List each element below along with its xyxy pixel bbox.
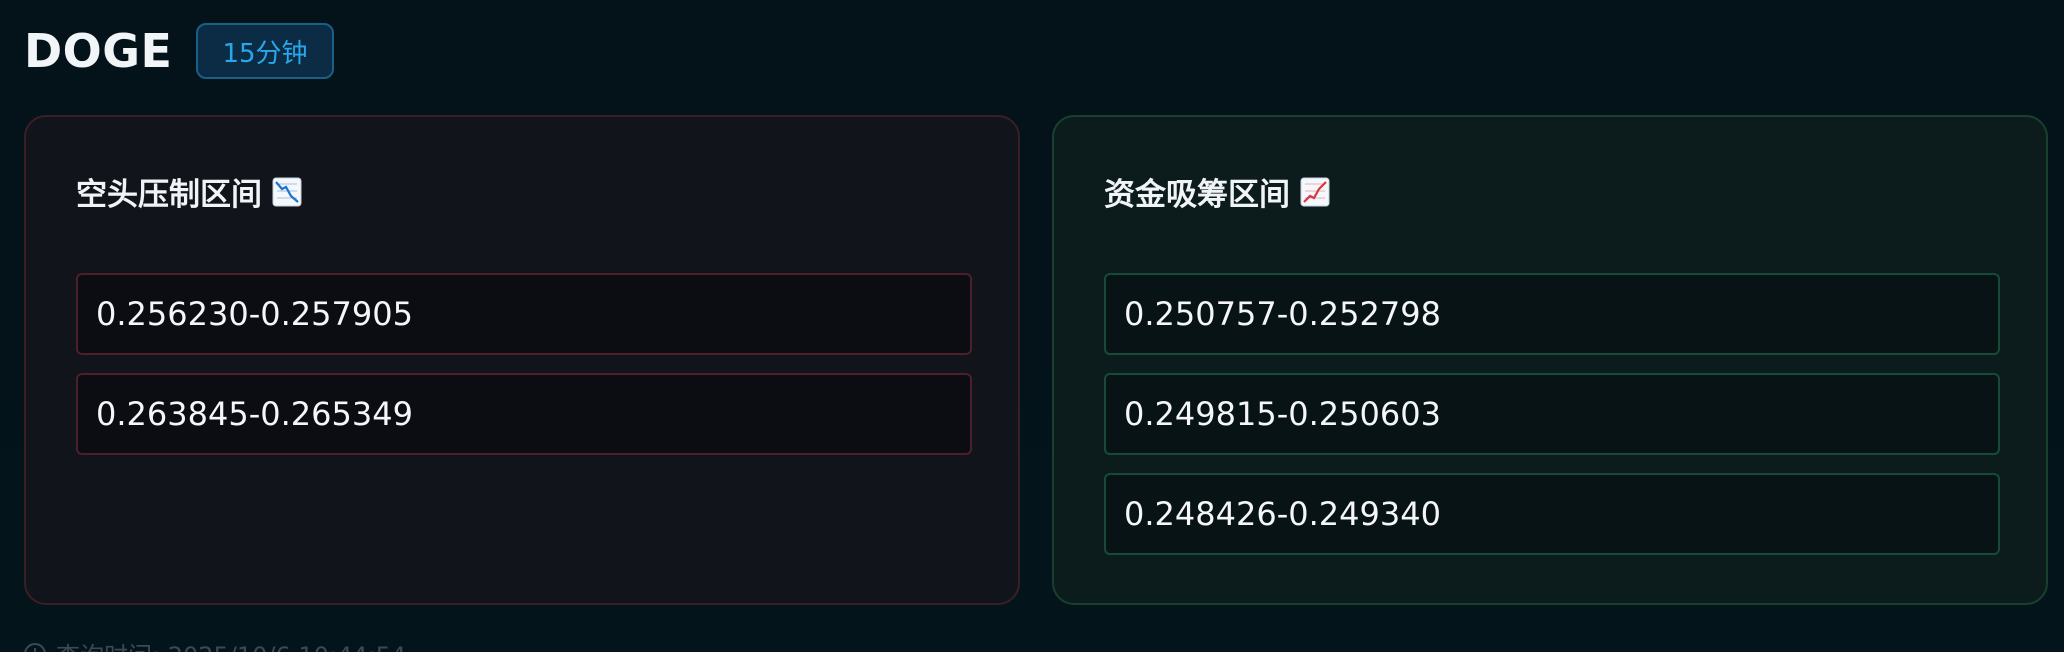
page: DOGE 15分钟 空头压制区间 0.256230-0.257905 0.263…: [0, 0, 2064, 652]
bear-zone-panel: 空头压制区间 0.256230-0.257905 0.263845-0.2653…: [24, 115, 1020, 605]
query-time-footer: 查询时间: 2025/10/6 10:44:54: [24, 636, 406, 652]
timeframe-badge[interactable]: 15分钟: [196, 23, 334, 79]
symbol-title: DOGE: [24, 24, 173, 78]
bull-range-list: 0.250757-0.252798 0.249815-0.250603 0.24…: [1104, 273, 2000, 555]
query-time-text: 查询时间: 2025/10/6 10:44:54: [56, 636, 406, 652]
header: DOGE 15分钟: [24, 18, 334, 84]
bear-zone-title-text: 空头压制区间: [76, 177, 262, 213]
chart-decreasing-icon: [272, 177, 302, 206]
clock-icon: [24, 642, 46, 652]
bull-zone-panel: 资金吸筹区间 0.250757-0.252798 0.249815-0.2506…: [1052, 115, 2048, 605]
bear-zone-title: 空头压制区间: [76, 169, 302, 214]
chart-increasing-icon: [1300, 177, 1330, 206]
bull-range-item: 0.249815-0.250603: [1104, 373, 2000, 455]
bear-range-item: 0.256230-0.257905: [76, 273, 972, 355]
bull-zone-title-text: 资金吸筹区间: [1104, 177, 1290, 213]
bear-range-item: 0.263845-0.265349: [76, 373, 972, 455]
bull-zone-title: 资金吸筹区间: [1104, 169, 1330, 214]
bull-range-item: 0.248426-0.249340: [1104, 473, 2000, 555]
bull-range-item: 0.250757-0.252798: [1104, 273, 2000, 355]
bear-range-list: 0.256230-0.257905 0.263845-0.265349: [76, 273, 972, 455]
